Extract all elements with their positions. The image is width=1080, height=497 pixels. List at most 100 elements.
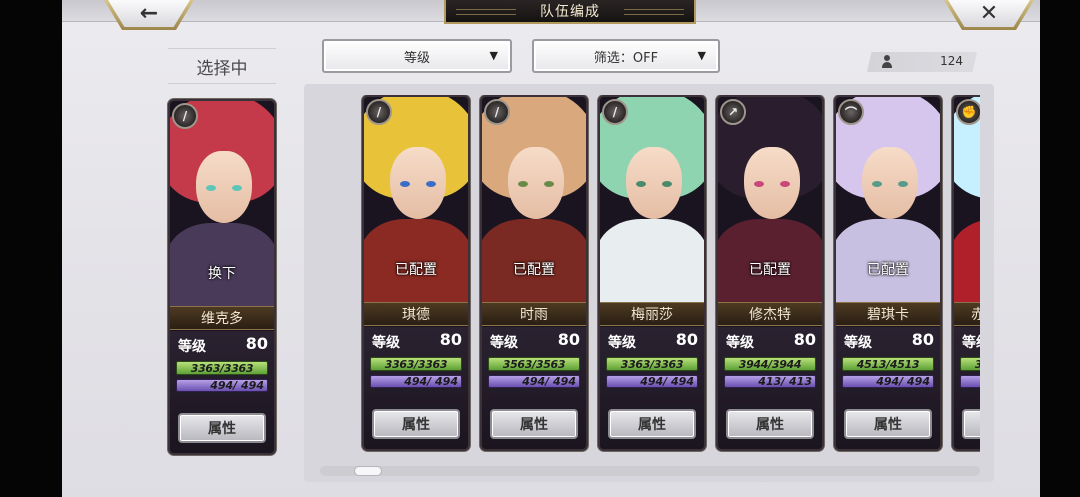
level-label: 等级 [726,335,754,351]
level-label: 等级 [608,335,636,351]
portrait-eye [872,181,882,187]
deploy-status: 已配置 [749,262,791,278]
mp-bar: 494/ 494 [842,375,934,388]
level-label: 等级 [844,335,872,351]
weapon-type-icon: / [484,99,510,125]
weapon-type-icon: ↗ [720,99,746,125]
level-label: 等级 [962,335,980,351]
portrait-eye [636,181,646,187]
character-name: 碧琪卡 [836,302,940,326]
attributes-button[interactable]: 属性 [962,409,980,439]
sort-dropdown-label: 等级 [403,50,430,66]
portrait-eye [400,181,410,187]
portrait-eye [662,181,672,187]
hp-bar: 3563/3563 [488,357,580,371]
attributes-button[interactable]: 属性 [726,409,814,439]
portrait-body [600,219,704,302]
character-card[interactable]: ⌒ 已配置 碧琪卡 等级 80 4513/4513 494/ 494 属性 [834,95,942,451]
team-formation-screen: ← 队伍编成 ✕ 选择中 等级 ▼ 筛选：OFF ▼ 124 / 换下 维克多 … [62,0,1040,497]
deploy-status: 换下 [208,266,236,282]
hp-bar: 3944/3944 [724,357,816,371]
character-name: 时雨 [482,302,586,326]
chevron-down-icon: ▼ [697,49,706,62]
close-icon: ✕ [979,1,999,26]
weapon-type-icon: / [602,99,628,125]
character-card[interactable]: / 梅丽莎 等级 80 3363/3363 494/ 494 属性 [598,95,706,451]
sort-dropdown[interactable]: 等级 ▼ [322,39,512,73]
portrait-face [196,151,252,223]
portrait-eye [426,181,436,187]
portrait-face [626,147,682,219]
weapon-type-icon: ⌒ [838,99,864,125]
character-name: 维克多 [170,306,274,330]
attributes-button[interactable]: 属性 [608,409,696,439]
user-icon [881,55,893,69]
right-letterbox [1040,0,1080,497]
level-label: 等级 [372,335,400,351]
character-stats: 等级 80 3363/3363 494/ 494 属性 [600,327,704,449]
character-card[interactable]: / 已配置 琪德 等级 80 3363/3363 494/ 494 属性 [362,95,470,451]
character-portrait: / 已配置 [364,97,468,302]
mp-bar: 494/ 494 [606,375,698,388]
close-button[interactable]: ✕ [944,0,1034,30]
portrait-body [954,219,980,302]
back-button[interactable]: ← [104,0,194,30]
left-letterbox [0,0,62,497]
portrait-eye [754,181,764,187]
hp-bar: 3363/3363 [606,357,698,371]
character-card[interactable]: / 已配置 时雨 等级 80 3563/3563 494/ 494 属性 [480,95,588,451]
character-name: 梅丽莎 [600,302,704,326]
deploy-status: 已配置 [395,262,437,278]
level-value: 80 [439,330,462,349]
selecting-label: 选择中 [168,48,276,84]
attributes-button[interactable]: 属性 [490,409,578,439]
page-title: 队伍编成 [444,0,696,24]
character-stats: 等级 80 4513/4513 494/ 494 属性 [836,327,940,449]
character-portrait: ↗ 已配置 [718,97,822,302]
deploy-status: 已配置 [867,262,909,278]
character-card[interactable]: ✊ 赤套火焰使 等级 80 3448/3448 431/ 431 属性 [952,95,980,451]
attributes-button[interactable]: 属性 [844,409,932,439]
level-label: 等级 [490,335,518,351]
filter-dropdown-label: 筛选：OFF [593,50,659,66]
level-value: 80 [675,330,698,349]
character-name: 琪德 [364,302,468,326]
character-stats: 等级 80 3363/3363 494/ 494 属性 [170,331,274,453]
mp-bar: 494/ 494 [370,375,462,388]
character-portrait: / [600,97,704,302]
level-value: 80 [911,330,934,349]
portrait-eye [898,181,908,187]
character-stats: 等级 80 3944/3944 413/ 413 属性 [718,327,822,449]
level-value: 80 [793,330,816,349]
unit-count: 124 [940,54,963,68]
character-card[interactable]: ↗ 已配置 修杰特 等级 80 3944/3944 413/ 413 属性 [716,95,824,451]
character-name: 修杰特 [718,302,822,326]
attributes-button[interactable]: 属性 [178,413,266,443]
portrait-face [744,147,800,219]
selected-character-card[interactable]: / 换下 维克多 等级 80 3363/3363 494/ 494 属性 [168,99,276,455]
mp-bar: 494/ 494 [488,375,580,388]
portrait-face [390,147,446,219]
hp-bar: 3448/3448 [960,357,980,371]
portrait-face [508,147,564,219]
attributes-button[interactable]: 属性 [372,409,460,439]
weapon-type-icon: / [366,99,392,125]
character-card-list[interactable]: / 已配置 琪德 等级 80 3363/3363 494/ 494 属性 / 已… [320,95,980,465]
level-value: 80 [557,330,580,349]
character-name: 赤套火焰使 [954,302,980,326]
horizontal-scrollbar[interactable] [320,466,980,476]
scrollbar-thumb[interactable] [354,466,382,476]
mp-bar: 494/ 494 [176,379,268,392]
level-label: 等级 [178,339,206,355]
character-stats: 等级 80 3363/3363 494/ 494 属性 [364,327,468,449]
filter-dropdown[interactable]: 筛选：OFF ▼ [532,39,720,73]
portrait-eye [232,185,242,191]
level-value: 80 [245,334,268,353]
hp-bar: 3363/3363 [370,357,462,371]
portrait-eye [518,181,528,187]
character-portrait: ⌒ 已配置 [836,97,940,302]
weapon-type-icon: ✊ [956,99,980,125]
character-portrait: / 已配置 [482,97,586,302]
character-portrait: ✊ [954,97,980,302]
hp-bar: 3363/3363 [176,361,268,375]
